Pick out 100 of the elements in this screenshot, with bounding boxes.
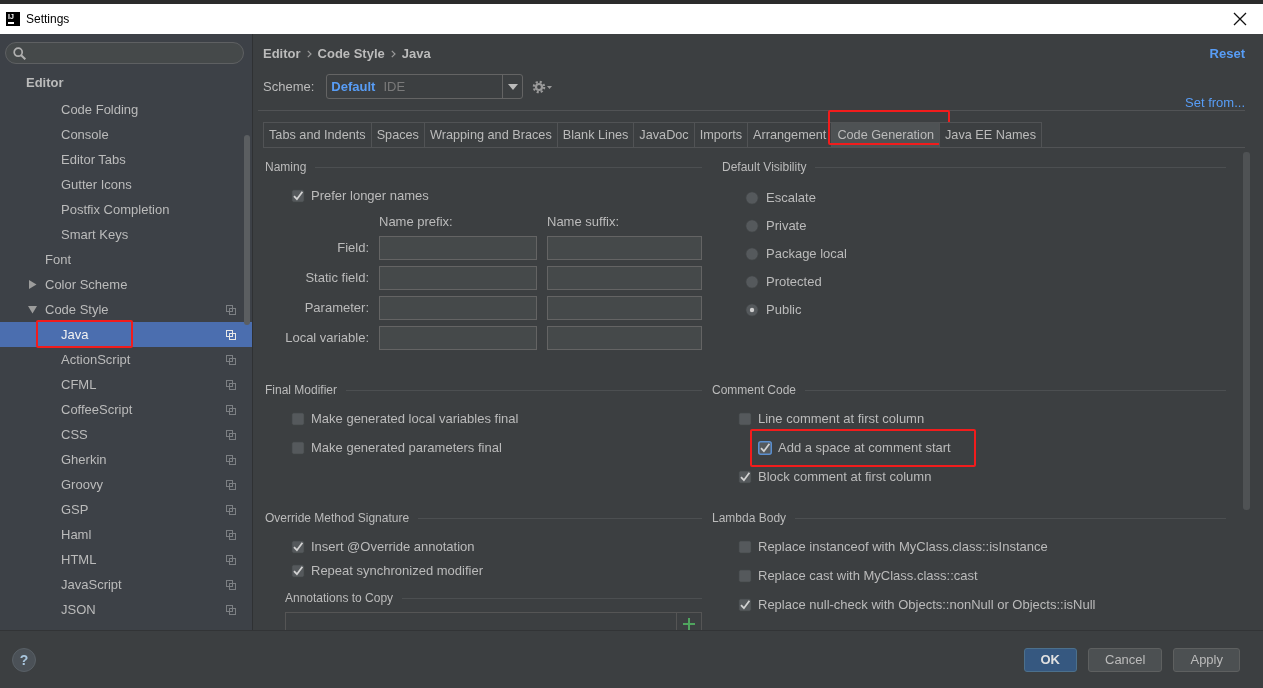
- breadcrumb-item: Java: [401, 45, 431, 64]
- tree-item[interactable]: Groovy: [0, 472, 252, 497]
- close-icon[interactable]: [1233, 12, 1247, 26]
- tree-item[interactable]: Code Style: [0, 297, 252, 322]
- caret-right-icon[interactable]: [28, 280, 37, 289]
- tab[interactable]: Code Generation: [831, 122, 940, 147]
- tree-item[interactable]: Gherkin: [0, 447, 252, 472]
- checkbox[interactable]: [291, 189, 305, 203]
- checkbox[interactable]: [291, 412, 305, 426]
- chevron-right-icon: [306, 50, 312, 58]
- scrollbar-thumb[interactable]: [244, 135, 250, 325]
- radio-button[interactable]: [745, 219, 759, 233]
- input-field[interactable]: [379, 266, 537, 290]
- section-title: Comment Code: [712, 382, 797, 399]
- help-button[interactable]: ?: [12, 647, 36, 672]
- checkbox-label: Make generated parameters final: [311, 439, 502, 458]
- gear-icon[interactable]: [532, 79, 553, 94]
- section-title: Default Visibility: [722, 159, 807, 176]
- checkbox-label: Replace cast with MyClass.class::cast: [758, 567, 978, 586]
- tree-item[interactable]: CoffeeScript: [0, 397, 252, 422]
- caret-down-icon[interactable]: [28, 305, 37, 314]
- tree-item[interactable]: Smart Keys: [0, 222, 252, 247]
- checkbox[interactable]: [738, 412, 752, 426]
- tree-item[interactable]: GSP: [0, 497, 252, 522]
- checkbox[interactable]: [738, 598, 752, 612]
- scheme-dropdown[interactable]: Default IDE: [326, 74, 524, 99]
- field-label: Parameter:: [303, 299, 369, 318]
- input-field[interactable]: [379, 296, 537, 320]
- plus-icon: [683, 618, 695, 630]
- input-field[interactable]: [547, 236, 702, 260]
- search-icon: [13, 46, 26, 60]
- window-title: Settings: [26, 11, 70, 28]
- breadcrumb-item: Editor: [263, 45, 301, 64]
- checkbox[interactable]: [291, 564, 305, 578]
- dialog-button[interactable]: Apply: [1173, 647, 1240, 672]
- checkbox-label: Replace instanceof with MyClass.class::isInstance: [758, 538, 1048, 557]
- checkbox[interactable]: [291, 540, 305, 554]
- checkbox-label: Repeat synchronized modifier: [311, 562, 483, 581]
- input-field[interactable]: [379, 326, 537, 350]
- checkbox-label: Add a space at comment start: [778, 439, 951, 458]
- tree-item[interactable]: Editor: [0, 70, 252, 95]
- tree-item[interactable]: JavaScript: [0, 572, 252, 597]
- checkbox-label: Block comment at first column: [758, 468, 932, 487]
- radio-label: Escalate: [766, 189, 816, 208]
- set-from-link[interactable]: Set from...: [1185, 96, 1245, 110]
- tree-item[interactable]: Gutter Icons: [0, 172, 252, 197]
- tree-item[interactable]: Haml: [0, 522, 252, 547]
- dialog-button[interactable]: OK: [1023, 647, 1077, 672]
- checkbox[interactable]: [738, 569, 752, 583]
- tree-item[interactable]: Code Folding: [0, 97, 252, 122]
- field-label: Static field:: [304, 269, 369, 288]
- tab[interactable]: Java EE Names: [939, 122, 1042, 147]
- radio-label: Public: [766, 301, 802, 320]
- checkbox[interactable]: [738, 470, 752, 484]
- checkbox-label: Make generated local variables final: [311, 410, 519, 429]
- radio-label: Package local: [766, 245, 847, 264]
- tab[interactable]: Tabs and Indents: [263, 122, 372, 147]
- radio-button[interactable]: [745, 303, 759, 317]
- section-title: Final Modifier: [265, 382, 338, 399]
- tree-item[interactable]: ActionScript: [0, 347, 252, 372]
- checkbox-label: Insert @Override annotation: [311, 538, 475, 557]
- input-field[interactable]: [547, 326, 702, 350]
- tree-item[interactable]: Java: [0, 322, 252, 347]
- reset-link[interactable]: Reset: [1209, 44, 1245, 64]
- tree-item[interactable]: Console: [0, 122, 252, 147]
- radio-button[interactable]: [745, 275, 759, 289]
- checkbox[interactable]: [758, 441, 772, 455]
- radio-label: Private: [766, 217, 807, 236]
- dialog-button[interactable]: Cancel: [1088, 647, 1163, 672]
- field-label: Field:: [336, 239, 369, 258]
- section-title: Override Method Signature: [265, 510, 410, 527]
- tree-item[interactable]: Postfix Completion: [0, 197, 252, 222]
- section-title: Lambda Body: [712, 510, 787, 527]
- checkbox-label: Prefer longer names: [311, 187, 429, 206]
- section-title: Naming: [265, 159, 307, 176]
- subsection-title: Annotations to Copy: [285, 590, 394, 607]
- tree-item[interactable]: Editor Tabs: [0, 147, 252, 172]
- scheme-label: Scheme:: [263, 77, 315, 96]
- radio-button[interactable]: [745, 191, 759, 205]
- tree-item[interactable]: CFML: [0, 372, 252, 397]
- tree-item[interactable]: JSON: [0, 597, 252, 622]
- radio-label: Protected: [766, 273, 822, 292]
- tree-item[interactable]: HTML: [0, 547, 252, 572]
- tree-item[interactable]: CSS: [0, 422, 252, 447]
- column-heading: Name suffix:: [547, 214, 620, 230]
- checkbox-label: Replace null-check with Objects::nonNull or Objects::isNull: [758, 596, 1096, 615]
- checkbox[interactable]: [291, 441, 305, 455]
- tree-item[interactable]: Color Scheme: [0, 272, 252, 297]
- input-field[interactable]: [379, 236, 537, 260]
- input-field[interactable]: [547, 266, 702, 290]
- column-heading: Name prefix:: [379, 214, 454, 230]
- field-label: Local variable:: [285, 329, 369, 348]
- chevron-right-icon: [390, 50, 396, 58]
- breadcrumb-item: Code Style: [317, 45, 385, 64]
- checkbox[interactable]: [738, 540, 752, 554]
- tree-item[interactable]: Font: [0, 247, 252, 272]
- caret-down-icon: [507, 83, 518, 90]
- radio-button[interactable]: [745, 247, 759, 261]
- input-field[interactable]: [547, 296, 702, 320]
- search-field[interactable]: [5, 42, 244, 64]
